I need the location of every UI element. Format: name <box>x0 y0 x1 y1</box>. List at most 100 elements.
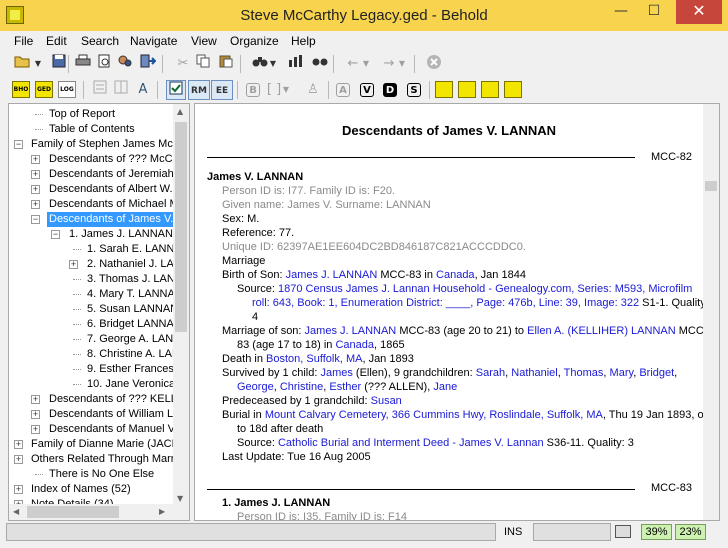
tree-item[interactable]: Table of Contents <box>9 122 174 137</box>
grandchild-link[interactable]: Jane <box>433 381 457 393</box>
tree-item[interactable]: − Descendants of James V. <box>9 212 174 227</box>
expand-icon[interactable]: + <box>31 200 40 209</box>
b-box-button[interactable]: B <box>243 80 263 100</box>
collapse-icon[interactable]: − <box>14 140 23 149</box>
menu-file[interactable]: File <box>14 34 33 48</box>
tree-item[interactable]: 4. Mary T. LANNAN <box>9 287 174 302</box>
columns-icon[interactable] <box>111 80 131 100</box>
print-preview-icon[interactable] <box>94 54 114 74</box>
tree-item[interactable]: There is No One Else <box>9 467 174 482</box>
find-next-icon[interactable] <box>286 54 306 74</box>
menu-edit[interactable]: Edit <box>46 34 67 48</box>
tree-item[interactable]: + Descendants of Jeremiah <box>9 167 174 182</box>
back-dropdown-icon[interactable]: ▼ <box>361 54 371 74</box>
menu-help[interactable]: Help <box>291 34 316 48</box>
tree-item[interactable]: + Descendants of Michael M <box>9 197 174 212</box>
minimize-button[interactable]: — <box>607 0 635 24</box>
ged-icon[interactable]: GED <box>35 81 53 98</box>
birth-place-link[interactable]: Canada <box>436 269 475 281</box>
collapse-icon[interactable]: − <box>31 215 40 224</box>
checkbox-toggle-icon[interactable] <box>166 80 186 100</box>
a-box-button[interactable]: A <box>333 80 353 100</box>
scroll-left-icon[interactable]: ◀ <box>13 507 19 516</box>
tree-item[interactable]: 8. Christine A. LAN <box>9 347 174 362</box>
mos-son-link[interactable]: James J. LANNAN <box>305 325 397 337</box>
forward-dropdown-icon[interactable]: ▼ <box>397 54 407 74</box>
tree-item[interactable]: + Index of Names (52) <box>9 482 174 497</box>
scroll-down-icon[interactable]: ▼ <box>177 494 183 503</box>
death-place-link[interactable]: Boston, Suffolk, MA <box>266 353 362 365</box>
find-all-icon[interactable] <box>310 54 330 74</box>
font-icon[interactable]: A <box>133 80 153 100</box>
tree-item[interactable]: 10. Jane Veronica <box>9 377 174 392</box>
open-dropdown-icon[interactable]: ▼ <box>33 54 43 74</box>
mos-place-link[interactable]: Canada <box>335 339 374 351</box>
expand-icon[interactable]: + <box>14 485 23 494</box>
expand-icon[interactable]: + <box>69 260 78 269</box>
burial-place-link[interactable]: Mount Calvary Cemetery, 366 Cummins Hwy,… <box>265 409 603 421</box>
bho-icon[interactable]: BHO <box>12 81 30 98</box>
organize-icon-4[interactable] <box>504 81 522 98</box>
menu-search[interactable]: Search <box>81 34 119 48</box>
grandchild-link[interactable]: Mary <box>610 367 634 379</box>
ee-toggle-button[interactable]: EE <box>211 80 233 100</box>
forward-icon[interactable]: → <box>379 54 399 74</box>
organize-icon-1[interactable] <box>435 81 453 98</box>
back-icon[interactable]: ← <box>343 54 363 74</box>
expand-icon[interactable]: + <box>31 395 40 404</box>
menu-navigate[interactable]: Navigate <box>130 34 177 48</box>
tree-horizontal-scrollbar[interactable]: ◀ ▶ <box>9 504 189 520</box>
grandchild-link[interactable]: Nathaniel <box>511 367 557 379</box>
paste-icon[interactable] <box>216 54 236 74</box>
grandchild-link[interactable]: Esther <box>329 381 361 393</box>
tree-item[interactable]: −Family of Stephen James McCarthy <box>9 137 174 152</box>
expand-icon[interactable]: + <box>14 440 23 449</box>
copy-icon[interactable] <box>193 54 213 74</box>
outline-icon[interactable] <box>90 80 110 100</box>
organize-icon-3[interactable] <box>481 81 499 98</box>
mos-spouse-link[interactable]: Ellen A. (KELLIHER) LANNAN <box>527 325 676 337</box>
grandchild-link[interactable]: Thomas <box>564 367 604 379</box>
exit-icon[interactable] <box>138 54 158 74</box>
tree-scroll-thumb[interactable] <box>175 122 187 332</box>
tree-item[interactable]: + Family of Dianne Marie (JACKSON) <box>9 437 174 452</box>
scroll-right-icon[interactable]: ▶ <box>159 507 165 516</box>
tree-item[interactable]: 6. Bridget LANNAN <box>9 317 174 332</box>
open-icon[interactable] <box>12 54 32 74</box>
v-box-button[interactable]: V <box>357 80 377 100</box>
scroll-up-icon[interactable]: ▲ <box>177 107 183 116</box>
tree-item[interactable]: + Descendants of William L <box>9 407 174 422</box>
census-source-link[interactable]: 1870 Census James J. Lannan Household - … <box>278 283 692 295</box>
close-button[interactable]: ✕ <box>676 0 722 24</box>
menu-organize[interactable]: Organize <box>230 34 279 48</box>
grandchild-link[interactable]: George <box>237 381 274 393</box>
tree-item[interactable]: + Others Related Through Marriage <box>9 452 174 467</box>
tree-item[interactable]: + Descendants of ??? McCarthy <box>9 152 174 167</box>
log-icon[interactable]: LOG <box>58 81 76 98</box>
grandchild-link[interactable]: Christine <box>280 381 323 393</box>
burial-source-link[interactable]: Catholic Burial and Interment Deed - Jam… <box>278 437 544 449</box>
tree-item[interactable]: 1. Sarah E. LANNAN <box>9 242 174 257</box>
binoculars-icon[interactable] <box>250 54 270 74</box>
report-vertical-scrollbar[interactable] <box>703 104 719 520</box>
rm-toggle-button[interactable]: RM <box>188 80 210 100</box>
people-icon[interactable]: ♙ <box>303 80 323 100</box>
expand-icon[interactable]: + <box>31 410 40 419</box>
bracket-dropdown-icon[interactable]: ▼ <box>281 80 291 100</box>
survived-child-link[interactable]: James <box>320 367 352 379</box>
collapse-icon[interactable]: − <box>51 230 60 239</box>
census-source-link-cont[interactable]: roll: 643, Book: 1, Enumeration District… <box>252 297 639 309</box>
report-scroll-thumb[interactable] <box>705 181 717 191</box>
tree-item[interactable]: 7. George A. LANNAN <box>9 332 174 347</box>
tree-item[interactable]: −1. James J. LANNAN and <box>9 227 174 242</box>
expand-icon[interactable]: + <box>31 185 40 194</box>
d-box-button[interactable]: D <box>380 80 400 100</box>
tree-item[interactable]: 3. Thomas J. LANNAN <box>9 272 174 287</box>
tree-item[interactable]: + Descendants of ??? KELLIHER <box>9 392 174 407</box>
stop-icon[interactable] <box>424 54 444 74</box>
maximize-button[interactable]: ☐ <box>640 0 668 24</box>
cut-icon[interactable]: ✂ <box>173 54 193 74</box>
expand-icon[interactable]: + <box>31 155 40 164</box>
tree-item[interactable]: + Descendants of Albert W. <box>9 182 174 197</box>
grandchild-link[interactable]: Bridget <box>639 367 674 379</box>
